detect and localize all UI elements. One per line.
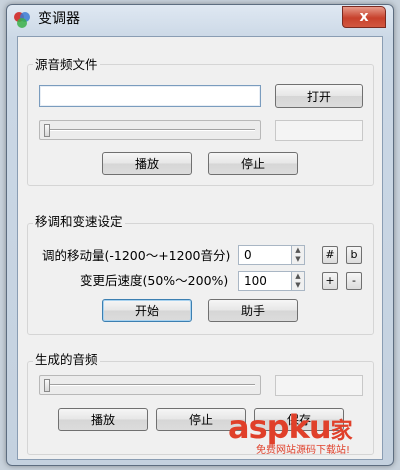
close-icon: x	[359, 9, 369, 25]
spin-up-icon[interactable]: ▲	[292, 272, 304, 281]
slider-track	[45, 129, 255, 131]
spin-down-icon[interactable]: ▼	[292, 255, 304, 264]
source-seek-slider[interactable]	[39, 120, 261, 140]
app-icon	[12, 10, 32, 30]
watermark-tagline: 免费网站源码下载站!	[256, 445, 351, 456]
watermark-suffix: 家	[330, 418, 353, 444]
output-group-title: 生成的音频	[33, 352, 100, 368]
source-position-display	[275, 120, 363, 141]
start-button[interactable]: 开始	[102, 299, 192, 322]
speed-spinbox[interactable]: 100	[238, 271, 296, 291]
window-title: 变调器	[38, 11, 80, 27]
spin-up-icon[interactable]: ▲	[292, 246, 304, 255]
speed-label: 变更后速度(50%～200%)	[80, 273, 229, 288]
source-stop-button[interactable]: 停止	[208, 152, 298, 175]
source-play-button[interactable]: 播放	[102, 152, 192, 175]
output-position-display	[275, 375, 363, 396]
minus-button[interactable]: -	[346, 272, 362, 290]
assistant-button[interactable]: 助手	[208, 299, 298, 322]
settings-group-title: 移调和变速设定	[33, 214, 125, 230]
plus-button[interactable]: +	[322, 272, 338, 290]
output-seek-slider[interactable]	[39, 375, 261, 395]
slider-track	[45, 384, 255, 386]
slider-thumb[interactable]	[44, 379, 50, 392]
spin-down-icon[interactable]: ▼	[292, 281, 304, 290]
pitch-spin-buttons[interactable]: ▲ ▼	[291, 245, 305, 265]
open-button[interactable]: 打开	[275, 84, 363, 108]
speed-spin-buttons[interactable]: ▲ ▼	[291, 271, 305, 291]
source-group-title: 源音频文件	[33, 57, 100, 73]
slider-thumb[interactable]	[44, 124, 50, 137]
site-watermark: aspku家 免费网站源码下载站!	[228, 410, 398, 466]
sharp-button[interactable]: #	[322, 246, 338, 264]
flat-button[interactable]: b	[346, 246, 362, 264]
output-play-button[interactable]: 播放	[58, 408, 148, 431]
pitch-spinbox[interactable]: 0	[238, 245, 296, 265]
pitch-label: 调的移动量(-1200～+1200音分)	[42, 248, 231, 263]
source-file-input[interactable]	[39, 85, 261, 107]
close-button[interactable]: x	[342, 6, 386, 28]
watermark-brand: aspku	[228, 408, 332, 446]
watermark-brand-line: aspku家	[228, 410, 398, 445]
